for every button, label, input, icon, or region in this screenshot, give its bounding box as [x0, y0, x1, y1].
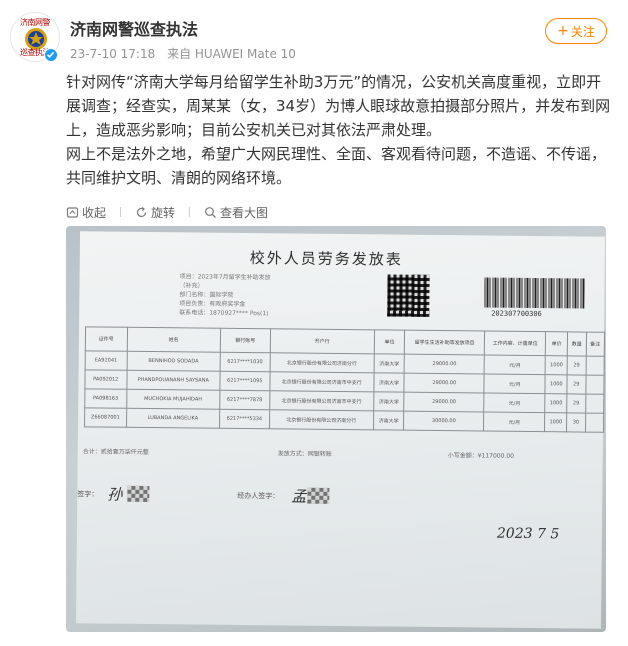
table-cell: 元/月	[484, 374, 546, 394]
table-header: 开户行	[269, 328, 375, 354]
document-info-line: 联系电话：1870927**** Pos(1)	[179, 309, 269, 318]
toolbar-divider	[120, 207, 122, 217]
account-name[interactable]: 济南网警巡查执法	[70, 16, 198, 40]
qr-code-icon	[387, 274, 430, 317]
post-paragraph-2: 网上不是法外之地，希望广大网民理性、全面、客观看待问题，不造谣、不传谣，共同维护…	[66, 145, 607, 187]
table-cell: 29	[566, 393, 586, 414]
table-header: 单价	[545, 331, 568, 356]
table-cell: 6217****7878	[219, 390, 270, 410]
table-cell	[585, 375, 605, 395]
post-source: 来自 HUAWEI Mate 10	[167, 47, 296, 61]
table-header: 单位	[374, 329, 405, 355]
table-header: 数量	[567, 331, 587, 357]
table-cell: 29000.00	[404, 392, 485, 412]
rotate-label: 旋转	[151, 205, 176, 220]
table-cell: 济南大学	[373, 353, 405, 374]
table-cell: LUBANDA ANGELIKA	[126, 408, 220, 429]
table-cell	[585, 413, 604, 433]
table-cell: 1000	[545, 374, 568, 394]
footer-total-words: 合计：贰拾壹万柒仟元整	[82, 448, 149, 456]
table-cell: 1000	[545, 355, 568, 375]
post-body: 针对网传“济南大学每月给留学生补助3万元”的情况，公安机关高度重视，立即开展调查…	[66, 70, 614, 190]
table-cell: PA098163	[84, 388, 127, 409]
table-cell: MUCHOKIA MUJAHIDAH	[126, 389, 220, 410]
magnifier-icon	[205, 206, 216, 218]
signature-right: 孟	[291, 487, 307, 506]
footer-payment-method: 发放方式：网银转账	[277, 450, 332, 458]
table-header: 工作内容、计量单位	[484, 331, 546, 356]
table-cell: 元/月	[483, 411, 546, 432]
image-toolbar: 收起 旋转 查看大图	[66, 203, 282, 221]
barcode-icon	[484, 277, 585, 309]
footer-total-amount: 小写金额：¥117000.00	[447, 452, 515, 460]
verified-badge-icon	[44, 48, 58, 62]
document-footer: 合计：贰拾壹万柒仟元整 发放方式：网银转账 小写金额：¥117000.00	[83, 446, 598, 460]
post-image[interactable]: 校外人员劳务发放表 项目：2023年7月留学生补助发放 （补充） 部门名称：国际…	[66, 226, 606, 632]
view-large-label: 查看大图	[220, 205, 269, 220]
rotate-icon	[136, 206, 147, 217]
table-cell: 29	[567, 374, 586, 395]
payment-table: 证件号 姓名 银行账号 开户行 单位 留学生生活补助等发放项目 工作内容、计量单…	[84, 326, 605, 433]
table-cell: 北京银行股份有限公司济南分行	[269, 352, 375, 373]
table-cell: 1000	[544, 412, 567, 432]
plus-icon: +	[557, 23, 569, 39]
table-cell: 1000	[545, 393, 568, 413]
pixelated-signature	[307, 487, 330, 504]
signature-label-left: 签字：	[77, 490, 99, 499]
table-cell: 元/月	[484, 355, 546, 375]
table-cell: 29000.00	[404, 354, 485, 375]
table-header: 备注	[585, 332, 605, 357]
post-paragraph-1: 针对网传“济南大学每月给留学生补助3万元”的情况，公安机关高度重视，立即开展调查…	[66, 73, 611, 139]
table-cell: BENNIHOD SODADA	[126, 351, 221, 372]
table-header: 姓名	[126, 327, 221, 353]
barcode-number: 202307700306	[491, 309, 542, 319]
document-info: 项目：2023年7月留学生补助发放 （补充） 部门名称：国际学院 项目负责：有政…	[179, 272, 271, 318]
toolbar-divider	[189, 207, 191, 217]
table-cell: 济南大学	[373, 410, 405, 431]
handwritten-date: 2023 7 5	[496, 525, 560, 543]
table-cell	[585, 356, 605, 376]
table-cell: 30000.00	[403, 411, 484, 431]
table-cell: 北京银行股份有限公司济南分行	[269, 409, 374, 430]
table-cell: 6217****5334	[219, 409, 270, 429]
signature-label-right: 经办人签字：	[237, 491, 280, 501]
pixelated-signature	[127, 485, 150, 503]
weibo-post-card: 济南网警 巡查执法 济南网警巡查执法 23-7-10 17:18 来自 HUAW…	[0, 0, 628, 646]
table-cell: 济南大学	[373, 391, 405, 412]
follow-button-label: 关注	[570, 24, 595, 39]
collapse-icon	[66, 206, 79, 218]
table-cell: 6217****1030	[220, 352, 270, 372]
signature-left: 孙	[107, 485, 123, 504]
table-row: Z66087001 LUBANDA ANGELIKA 6217****5334 …	[84, 407, 604, 433]
table-header: 留学生生活补助等发放项目	[404, 330, 485, 356]
post-meta: 23-7-10 17:18 来自 HUAWEI Mate 10	[70, 45, 304, 62]
table-cell: 6217****1095	[219, 371, 270, 391]
view-large-image-button[interactable]: 查看大图	[204, 204, 268, 221]
table-cell: 济南大学	[373, 372, 405, 393]
table-cell: EA92041	[85, 350, 127, 371]
table-cell: 北京银行股份有限公司济南市中支行	[269, 390, 374, 411]
rotate-image-button[interactable]: 旋转	[135, 204, 175, 221]
document-title: 校外人员劳务发放表	[249, 249, 403, 269]
table-cell: 北京银行股份有限公司济南市中支行	[269, 371, 374, 392]
table-cell: 29000.00	[404, 373, 485, 394]
table-cell: 元/月	[483, 393, 546, 413]
table-cell	[585, 394, 604, 414]
table-header: 银行账号	[220, 328, 271, 353]
collapse-label: 收起	[82, 205, 107, 220]
table-cell: 30	[566, 412, 586, 433]
document-sheet: 校外人员劳务发放表 项目：2023年7月留学生补助发放 （补充） 部门名称：国际…	[75, 231, 606, 629]
table-cell: 29	[567, 355, 586, 376]
follow-button[interactable]: + 关注	[545, 18, 607, 44]
post-timestamp[interactable]: 23-7-10 17:18	[70, 47, 155, 61]
table-header: 证件号	[85, 326, 128, 352]
table-cell: Z66087001	[84, 407, 127, 428]
table-cell: PHANDPOUANANH SAYSANA	[126, 370, 221, 391]
table-cell: PA092012	[84, 369, 127, 390]
collapse-image-button[interactable]: 收起	[66, 204, 106, 221]
